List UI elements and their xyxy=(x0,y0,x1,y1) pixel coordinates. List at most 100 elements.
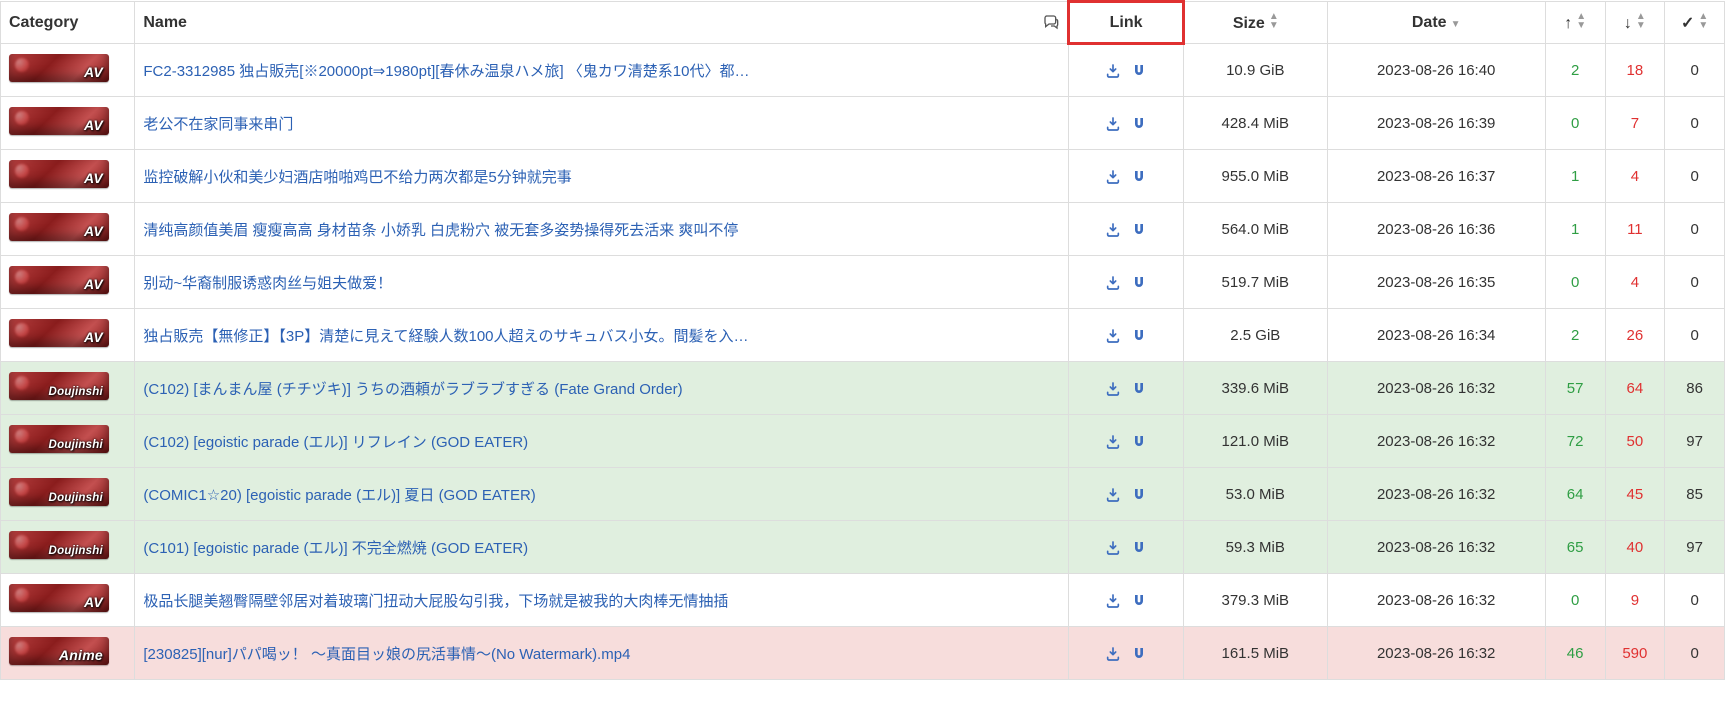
category-badge[interactable]: Doujinshi xyxy=(9,478,109,506)
magnet-icon[interactable] xyxy=(1130,326,1148,343)
magnet-icon[interactable] xyxy=(1130,538,1148,555)
link-cell xyxy=(1069,150,1184,203)
size-cell: 428.4 MiB xyxy=(1184,97,1328,150)
leechers-cell: 590 xyxy=(1605,627,1665,680)
category-badge[interactable]: Anime xyxy=(9,637,109,665)
magnet-icon[interactable] xyxy=(1130,62,1148,79)
download-icon[interactable] xyxy=(1104,591,1122,608)
category-cell: AV xyxy=(1,150,135,203)
magnet-icon[interactable] xyxy=(1130,485,1148,502)
torrent-link[interactable]: FC2-3312985 独占販売[※20000pt⇒1980pt][春休み温泉ハ… xyxy=(143,63,749,80)
completed-cell: 0 xyxy=(1665,309,1725,362)
magnet-icon[interactable] xyxy=(1130,379,1148,396)
size-cell: 339.6 MiB xyxy=(1184,362,1328,415)
name-cell: 极品长腿美翘臀隔壁邻居对着玻璃门扭动大屁股勾引我，下场就是被我的大肉棒无情抽插 xyxy=(135,574,1069,627)
table-row: Doujinshi (C101) [egoistic parade (エル)] 不… xyxy=(1,521,1725,574)
download-icon[interactable] xyxy=(1104,644,1122,661)
torrent-link[interactable]: (C101) [egoistic parade (エル)] 不完全燃焼 (GOD… xyxy=(143,540,528,557)
name-cell: (C102) [まんまん屋 (チチヅキ)] うちの酒頼がラブラブすぎる (Fat… xyxy=(135,362,1069,415)
download-icon[interactable] xyxy=(1104,114,1122,131)
size-cell: 564.0 MiB xyxy=(1184,203,1328,256)
category-label: AV xyxy=(84,64,103,80)
th-category-label: Category xyxy=(9,14,78,31)
table-row: Doujinshi (C102) [egoistic parade (エル)] リ… xyxy=(1,415,1725,468)
date-cell: 2023-08-26 16:32 xyxy=(1327,627,1545,680)
category-cell: Doujinshi xyxy=(1,362,135,415)
category-label: AV xyxy=(84,594,103,610)
torrent-link[interactable]: [230825][nur]パパ喝ッ！ ～真面目ッ娘の尻活事情～(No Water… xyxy=(143,646,630,663)
table-row: AV别动~华裔制服诱惑肉丝与姐夫做爱！519.7 MiB2023-08-26 1… xyxy=(1,256,1725,309)
magnet-icon[interactable] xyxy=(1130,591,1148,608)
sort-icon xyxy=(1636,12,1646,30)
th-completed[interactable]: ✓ xyxy=(1665,2,1725,44)
table-row: Anime [230825][nur]パパ喝ッ！ ～真面目ッ娘の尻活事情～(No … xyxy=(1,627,1725,680)
completed-cell: 0 xyxy=(1665,97,1725,150)
category-badge[interactable]: AV xyxy=(9,584,109,612)
torrent-link[interactable]: (COMIC1☆20) [egoistic parade (エル)] 夏日 (G… xyxy=(143,487,535,504)
category-badge[interactable]: Doujinshi xyxy=(9,425,109,453)
category-cell: Doujinshi xyxy=(1,521,135,574)
leechers-cell: 18 xyxy=(1605,44,1665,97)
torrent-link[interactable]: 老公不在家同事来串门 xyxy=(143,116,293,133)
download-icon[interactable] xyxy=(1104,273,1122,290)
name-cell: 清纯高颜值美眉 瘦瘦高高 身材苗条 小娇乳 白虎粉穴 被无套多姿势操得死去活来 … xyxy=(135,203,1069,256)
seeders-cell: 46 xyxy=(1545,627,1605,680)
category-badge[interactable]: AV xyxy=(9,213,109,241)
magnet-icon[interactable] xyxy=(1130,432,1148,449)
torrent-link[interactable]: (C102) [まんまん屋 (チチヅキ)] うちの酒頼がラブラブすぎる (Fat… xyxy=(143,381,682,398)
date-cell: 2023-08-26 16:34 xyxy=(1327,309,1545,362)
category-label: Doujinshi xyxy=(49,545,103,557)
th-size-label: Size xyxy=(1233,15,1265,32)
th-size[interactable]: Size xyxy=(1184,2,1328,44)
leechers-cell: 11 xyxy=(1605,203,1665,256)
seeders-cell: 1 xyxy=(1545,203,1605,256)
category-badge[interactable]: AV xyxy=(9,54,109,82)
category-badge[interactable]: AV xyxy=(9,266,109,294)
seeders-cell: 1 xyxy=(1545,150,1605,203)
th-category[interactable]: Category xyxy=(1,2,135,44)
magnet-icon[interactable] xyxy=(1130,114,1148,131)
completed-cell: 0 xyxy=(1665,203,1725,256)
torrent-link[interactable]: 别动~华裔制服诱惑肉丝与姐夫做爱！ xyxy=(143,275,392,292)
completed-cell: 85 xyxy=(1665,468,1725,521)
category-badge[interactable]: Doujinshi xyxy=(9,372,109,400)
download-icon[interactable] xyxy=(1104,432,1122,449)
torrent-link[interactable]: 独占販売【無修正】【3P】清楚に見えて経験人数100人超えのサキュバス小女。間髪… xyxy=(143,328,748,345)
category-badge[interactable]: AV xyxy=(9,107,109,135)
category-badge[interactable]: AV xyxy=(9,160,109,188)
category-cell: AV xyxy=(1,97,135,150)
seeders-cell: 57 xyxy=(1545,362,1605,415)
download-icon[interactable] xyxy=(1104,326,1122,343)
seeders-cell: 64 xyxy=(1545,468,1605,521)
name-cell: (C102) [egoistic parade (エル)] リフレイン (GOD… xyxy=(135,415,1069,468)
magnet-icon[interactable] xyxy=(1130,644,1148,661)
torrent-link[interactable]: (C102) [egoistic parade (エル)] リフレイン (GOD… xyxy=(143,434,528,451)
magnet-icon[interactable] xyxy=(1130,220,1148,237)
th-leechers[interactable]: ↓ xyxy=(1605,2,1665,44)
link-cell xyxy=(1069,627,1184,680)
leechers-cell: 7 xyxy=(1605,97,1665,150)
download-icon[interactable] xyxy=(1104,220,1122,237)
link-cell xyxy=(1069,97,1184,150)
download-icon[interactable] xyxy=(1104,379,1122,396)
category-badge[interactable]: Doujinshi xyxy=(9,531,109,559)
download-icon[interactable] xyxy=(1104,62,1122,79)
download-icon[interactable] xyxy=(1104,485,1122,502)
link-cell xyxy=(1069,415,1184,468)
th-name[interactable]: Name xyxy=(135,2,1069,44)
download-icon[interactable] xyxy=(1104,167,1122,184)
th-seeders[interactable]: ↑ xyxy=(1545,2,1605,44)
size-cell: 379.3 MiB xyxy=(1184,574,1328,627)
torrent-link[interactable]: 极品长腿美翘臀隔壁邻居对着玻璃门扭动大屁股勾引我，下场就是被我的大肉棒无情抽插 xyxy=(143,593,728,610)
download-icon[interactable] xyxy=(1104,538,1122,555)
th-link[interactable]: Link xyxy=(1069,2,1184,44)
torrent-link[interactable]: 清纯高颜值美眉 瘦瘦高高 身材苗条 小娇乳 白虎粉穴 被无套多姿势操得死去活来 … xyxy=(143,222,738,239)
magnet-icon[interactable] xyxy=(1130,273,1148,290)
category-cell: AV xyxy=(1,309,135,362)
th-date[interactable]: Date xyxy=(1327,2,1545,44)
date-cell: 2023-08-26 16:32 xyxy=(1327,521,1545,574)
category-badge[interactable]: AV xyxy=(9,319,109,347)
size-cell: 519.7 MiB xyxy=(1184,256,1328,309)
torrent-link[interactable]: 监控破解小伙和美少妇酒店啪啪鸡巴不给力两次都是5分钟就完事 xyxy=(143,169,571,186)
magnet-icon[interactable] xyxy=(1130,167,1148,184)
